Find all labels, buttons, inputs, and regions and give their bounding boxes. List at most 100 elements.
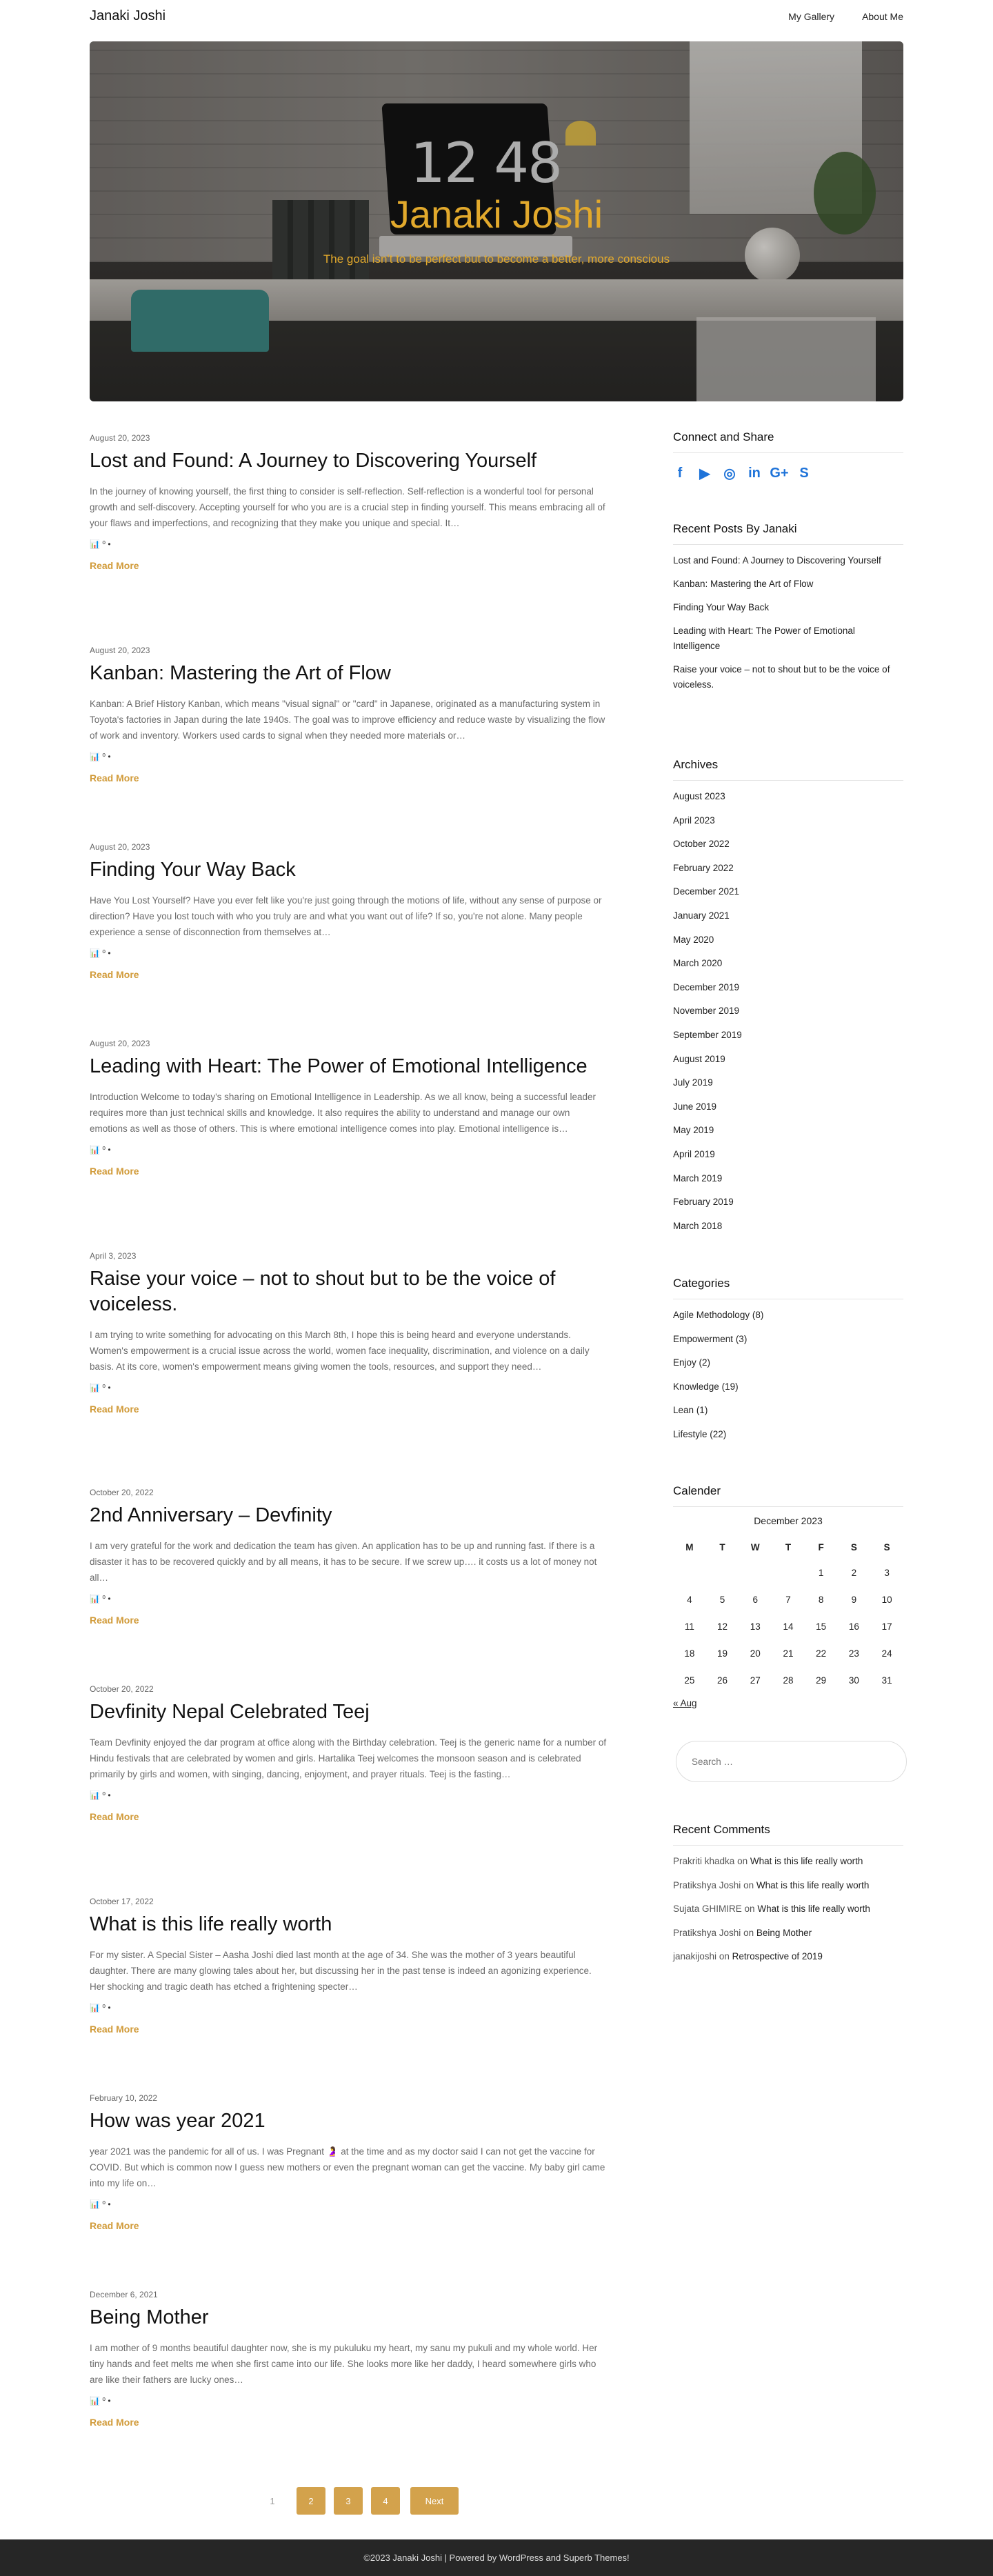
post-title[interactable]: Lost and Found: A Journey to Discovering… bbox=[90, 448, 607, 474]
read-more-button[interactable]: Read More bbox=[90, 1166, 139, 1177]
archive-link[interactable]: August 2019 bbox=[673, 1052, 903, 1067]
category-link[interactable]: Empowerment bbox=[673, 1334, 733, 1344]
calendar-day: 3 bbox=[884, 1568, 890, 1578]
archive-link[interactable]: April 2023 bbox=[673, 813, 903, 828]
post-title[interactable]: Finding Your Way Back bbox=[90, 857, 607, 883]
category-link[interactable]: Lean bbox=[673, 1405, 694, 1415]
page-link[interactable]: 2 bbox=[297, 2487, 325, 2515]
read-more-button[interactable]: Read More bbox=[90, 1811, 139, 1822]
post-title[interactable]: What is this life really worth bbox=[90, 1912, 607, 1937]
widget-recent-comments: Recent Comments Prakriti khadka on What … bbox=[673, 1823, 903, 1973]
widget-connect-share: Connect and Share f ▶ ◎ in G+ S bbox=[673, 430, 903, 481]
site-title[interactable]: Janaki Joshi bbox=[90, 8, 166, 24]
comment-post-link[interactable]: Being Mother bbox=[756, 1928, 812, 1938]
calendar-day: 23 bbox=[848, 1648, 859, 1659]
archive-link[interactable]: September 2019 bbox=[673, 1028, 903, 1043]
calendar-day: 11 bbox=[684, 1621, 694, 1632]
comment-post-link[interactable]: Retrospective of 2019 bbox=[732, 1951, 823, 1961]
comment-post-link[interactable]: What is this life really worth bbox=[756, 1880, 870, 1890]
recent-comments-list: Prakriti khadka on What is this life rea… bbox=[673, 1854, 903, 1964]
category-link[interactable]: Knowledge bbox=[673, 1381, 719, 1392]
archive-link[interactable]: May 2019 bbox=[673, 1123, 903, 1138]
post-date[interactable]: October 20, 2022 bbox=[90, 1684, 607, 1694]
recent-post-link[interactable]: Leading with Heart: The Power of Emotion… bbox=[673, 623, 903, 654]
facebook-icon[interactable]: f bbox=[673, 466, 687, 481]
archive-link[interactable]: December 2021 bbox=[673, 884, 903, 899]
calendar-week: 4 5 6 7 8 9 10 bbox=[673, 1586, 903, 1613]
archive-link[interactable]: March 2018 bbox=[673, 1219, 903, 1234]
post-title[interactable]: 2nd Anniversary – Devfinity bbox=[90, 1503, 607, 1528]
widget-categories: Categories Agile Methodology (8) Empower… bbox=[673, 1277, 903, 1451]
archive-link[interactable]: July 2019 bbox=[673, 1075, 903, 1090]
post-meta-icons: 📊 ⁰ • bbox=[90, 1145, 111, 1155]
recent-post-link[interactable]: Kanban: Mastering the Art of Flow bbox=[673, 577, 903, 592]
instagram-icon[interactable]: ◎ bbox=[723, 466, 736, 481]
archive-link[interactable]: November 2019 bbox=[673, 1004, 903, 1019]
read-more-button[interactable]: Read More bbox=[90, 560, 139, 571]
post-date[interactable]: October 17, 2022 bbox=[90, 1897, 607, 1906]
archive-link[interactable]: March 2020 bbox=[673, 956, 903, 971]
read-more-button[interactable]: Read More bbox=[90, 1404, 139, 1415]
archive-link[interactable]: December 2019 bbox=[673, 980, 903, 995]
youtube-icon[interactable]: ▶ bbox=[698, 466, 712, 481]
read-more-button[interactable]: Read More bbox=[90, 1615, 139, 1626]
comment-on: on bbox=[719, 1951, 730, 1961]
skype-icon[interactable]: S bbox=[797, 466, 811, 481]
recent-post-link[interactable]: Raise your voice – not to shout but to b… bbox=[673, 662, 903, 692]
read-more-button[interactable]: Read More bbox=[90, 772, 139, 783]
calendar-prev-link[interactable]: « Aug bbox=[673, 1698, 903, 1708]
post-date[interactable]: February 10, 2022 bbox=[90, 2093, 607, 2103]
post-date[interactable]: April 3, 2023 bbox=[90, 1251, 607, 1261]
search-input[interactable] bbox=[676, 1741, 907, 1782]
comment-post-link[interactable]: What is this life really worth bbox=[757, 1904, 870, 1914]
post-title[interactable]: Devfinity Nepal Celebrated Teej bbox=[90, 1699, 607, 1725]
page-link[interactable]: 3 bbox=[334, 2487, 363, 2515]
archive-link[interactable]: April 2019 bbox=[673, 1147, 903, 1162]
archive-link[interactable]: October 2022 bbox=[673, 837, 903, 852]
post-excerpt: I am trying to write something for advoc… bbox=[90, 1330, 590, 1372]
post-date[interactable]: October 20, 2022 bbox=[90, 1488, 607, 1497]
nav-about-me[interactable]: About Me bbox=[862, 11, 903, 22]
read-more-button[interactable]: Read More bbox=[90, 2024, 139, 2035]
post-date[interactable]: December 6, 2021 bbox=[90, 2290, 607, 2299]
category-link[interactable]: Lifestyle bbox=[673, 1429, 708, 1439]
category-link[interactable]: Agile Methodology bbox=[673, 1310, 750, 1320]
archive-link[interactable]: January 2021 bbox=[673, 908, 903, 923]
post-title[interactable]: Leading with Heart: The Power of Emotion… bbox=[90, 1054, 607, 1079]
archive-link[interactable]: February 2019 bbox=[673, 1195, 903, 1210]
archive-link[interactable]: June 2019 bbox=[673, 1099, 903, 1115]
archive-link[interactable]: May 2020 bbox=[673, 932, 903, 948]
read-more-button[interactable]: Read More bbox=[90, 969, 139, 980]
archive-link[interactable]: August 2023 bbox=[673, 789, 903, 804]
next-page-button[interactable]: Next bbox=[410, 2487, 459, 2515]
calendar-day: 13 bbox=[750, 1621, 761, 1632]
page-link[interactable]: 4 bbox=[371, 2487, 400, 2515]
calendar-day: 4 bbox=[687, 1595, 692, 1605]
comment-item: Prakriti khadka on What is this life rea… bbox=[673, 1854, 903, 1869]
archive-link[interactable]: March 2019 bbox=[673, 1171, 903, 1186]
calendar-week: 25 26 27 28 29 30 31 bbox=[673, 1667, 903, 1694]
category-link[interactable]: Enjoy bbox=[673, 1357, 696, 1368]
calendar-day: 5 bbox=[719, 1595, 725, 1605]
post-date[interactable]: August 20, 2023 bbox=[90, 433, 607, 443]
post-title[interactable]: Kanban: Mastering the Art of Flow bbox=[90, 661, 607, 686]
post-title[interactable]: Being Mother bbox=[90, 2305, 607, 2330]
comment-post-link[interactable]: What is this life really worth bbox=[750, 1856, 863, 1866]
post-date[interactable]: August 20, 2023 bbox=[90, 842, 607, 852]
calendar-day: 14 bbox=[783, 1621, 794, 1632]
post-title[interactable]: How was year 2021 bbox=[90, 2108, 607, 2134]
comment-author: Pratikshya Joshi bbox=[673, 1927, 741, 1938]
post-date[interactable]: August 20, 2023 bbox=[90, 646, 607, 655]
recent-post-link[interactable]: Finding Your Way Back bbox=[673, 600, 903, 615]
post-title[interactable]: Raise your voice – not to shout but to b… bbox=[90, 1266, 607, 1317]
archive-link[interactable]: February 2022 bbox=[673, 861, 903, 876]
read-more-button[interactable]: Read More bbox=[90, 2417, 139, 2428]
post-date[interactable]: August 20, 2023 bbox=[90, 1039, 607, 1048]
read-more-button[interactable]: Read More bbox=[90, 2220, 139, 2231]
google-plus-icon[interactable]: G+ bbox=[770, 466, 788, 481]
calendar-day: 9 bbox=[851, 1595, 857, 1605]
nav-my-gallery[interactable]: My Gallery bbox=[788, 11, 834, 22]
recent-post-link[interactable]: Lost and Found: A Journey to Discovering… bbox=[673, 553, 903, 568]
linkedin-icon[interactable]: in bbox=[748, 466, 761, 481]
calendar-day: 25 bbox=[684, 1675, 695, 1686]
